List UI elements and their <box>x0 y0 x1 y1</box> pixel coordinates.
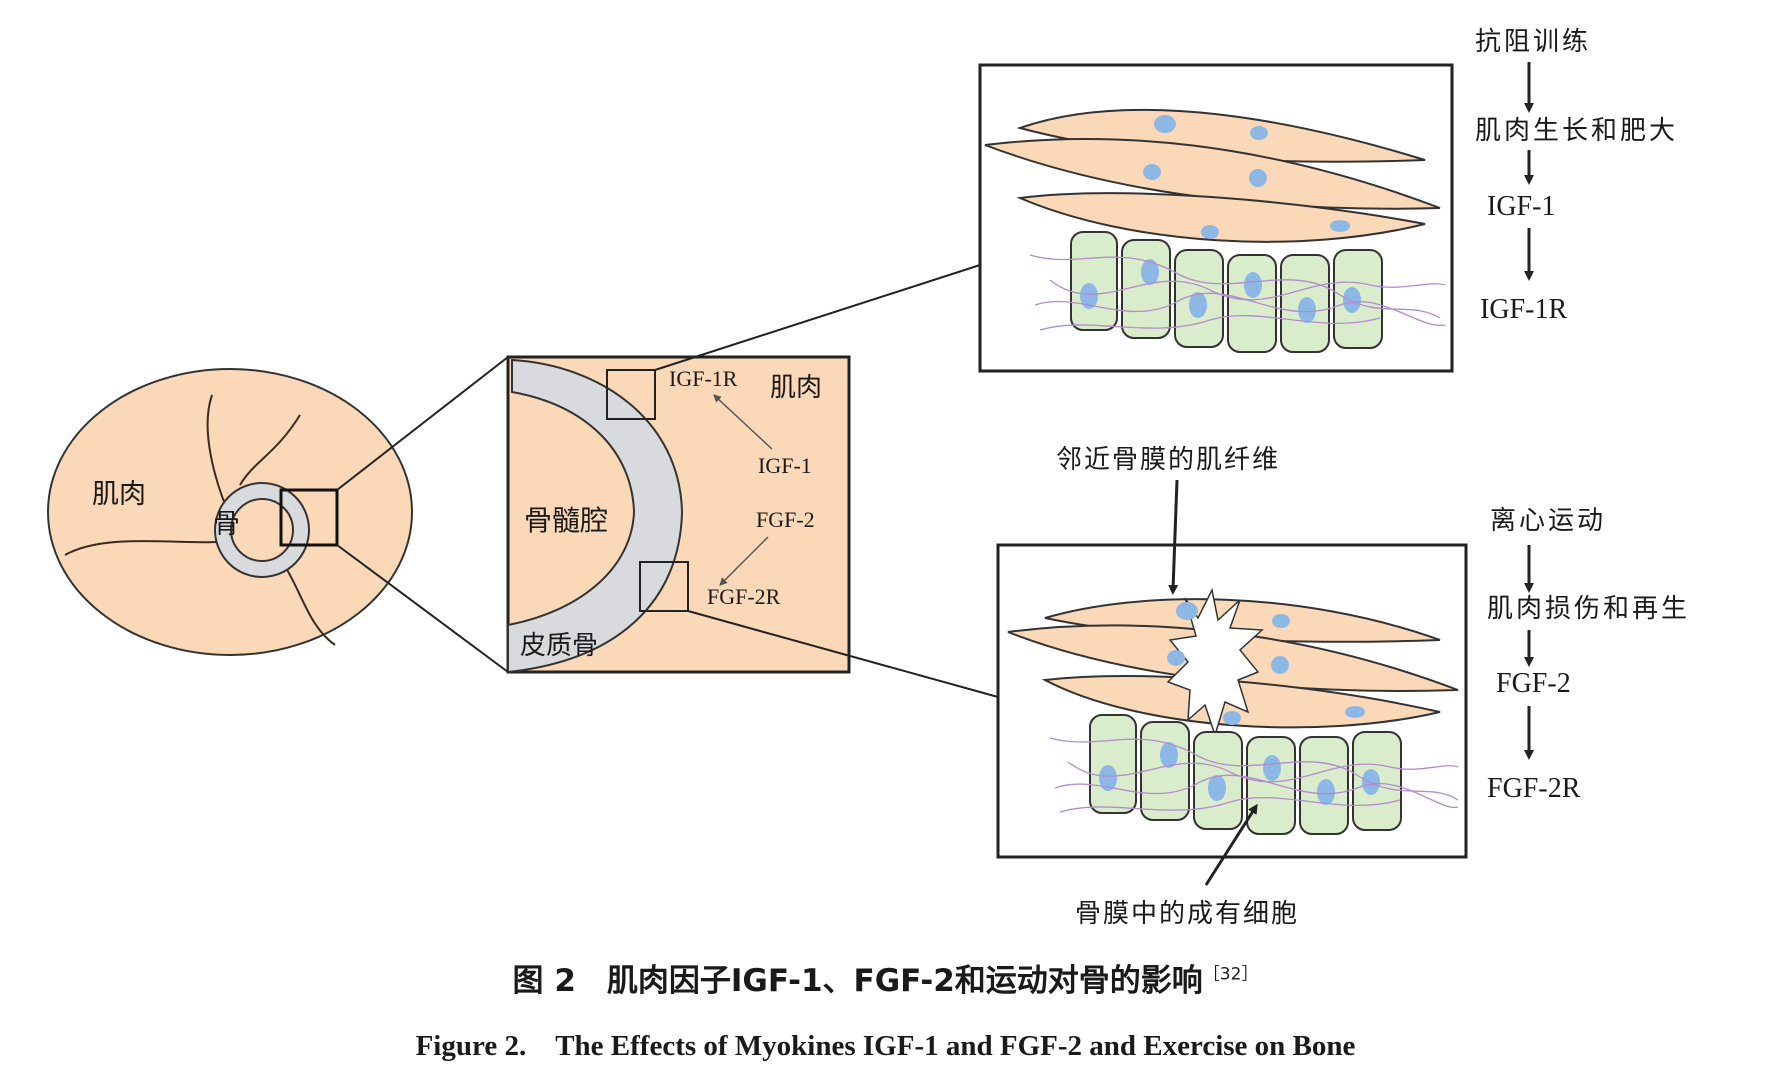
igf1-label: IGF-1 <box>758 453 812 478</box>
magnified-bone-panel: 骨髓腔 皮质骨 肌肉 IGF-1R IGF-1 FGF-2 FGF-2R <box>506 355 851 674</box>
nucleus <box>1244 272 1262 298</box>
caption-zh-text: 图 2 肌肉因子IGF-1、FGF-2和运动对骨的影响 <box>512 963 1203 999</box>
nucleus <box>1223 711 1241 725</box>
figure-caption-zh: 图 2 肌肉因子IGF-1、FGF-2和运动对骨的影响［32］ <box>0 955 1771 1000</box>
pathway-step: FGF-2 <box>1496 668 1571 699</box>
nucleus <box>1345 706 1365 718</box>
myokine-bone-diagram: 肌肉 骨 骨髓腔 皮质骨 肌肉 IGF-1R IGF-1 FGF-2 FGF-2… <box>47 27 1690 929</box>
nucleus <box>1167 650 1185 666</box>
pathway-step: FGF-2R <box>1487 773 1581 804</box>
eccentric-exercise-panel <box>996 543 1468 859</box>
nucleus <box>1343 287 1361 313</box>
pathway-step: IGF-1 <box>1487 191 1555 222</box>
fiber-annotation-label: 邻近骨膜的肌纤维 <box>1056 445 1280 475</box>
nucleus <box>1143 164 1161 180</box>
fgf2-label: FGF-2 <box>756 507 815 532</box>
osteoblast <box>1227 254 1277 353</box>
nucleus <box>1208 775 1226 801</box>
pathway-step: 离心运动 <box>1490 506 1606 536</box>
resistance-pathway: 抗阻训练 肌肉生长和肥大 IGF-1 IGF-1R <box>1475 27 1678 325</box>
nucleus <box>1250 126 1268 140</box>
pathway-step: 肌肉生长和肥大 <box>1475 116 1678 146</box>
nucleus <box>1317 779 1335 805</box>
igf1r-label: IGF-1R <box>669 366 738 391</box>
figure-caption-en: Figure 2. The Effects of Myokines IGF-1 … <box>415 1030 1356 1062</box>
nucleus <box>1272 614 1290 628</box>
fgf2r-label: FGF-2R <box>707 584 781 609</box>
nucleus <box>1271 656 1289 674</box>
caption-reference: ［32］ <box>1202 964 1259 985</box>
muscle-label: 肌肉 <box>92 479 146 510</box>
limb-cross-section: 肌肉 骨 <box>47 368 413 656</box>
osteoblast <box>1070 231 1118 331</box>
marrow-label: 骨髓腔 <box>524 504 608 537</box>
nucleus <box>1298 297 1316 323</box>
osteoblast <box>1089 714 1137 814</box>
pathway-step: 肌肉损伤和再生 <box>1487 594 1690 624</box>
osteoblast <box>1140 721 1190 821</box>
eccentric-pathway: 离心运动 肌肉损伤和再生 FGF-2 FGF-2R <box>1487 506 1690 804</box>
bone-label: 骨 <box>213 509 240 540</box>
osteoblast-annotation-label: 骨膜中的成有细胞 <box>1075 899 1299 929</box>
nucleus <box>1362 769 1380 795</box>
nucleus <box>1141 259 1159 285</box>
resistance-training-panel <box>978 63 1454 373</box>
zoom-connector <box>654 264 981 371</box>
nucleus <box>1330 220 1350 232</box>
magnified-muscle-label: 肌肉 <box>770 373 822 403</box>
marrow-center <box>230 498 294 562</box>
pathway-step: 抗阻训练 <box>1475 27 1591 57</box>
osteoblast <box>1246 736 1296 835</box>
nucleus <box>1176 602 1198 620</box>
nucleus <box>1154 115 1176 133</box>
osteoblast <box>1121 239 1171 339</box>
nucleus <box>1263 755 1281 781</box>
nucleus <box>1201 225 1219 239</box>
pathway-step: IGF-1R <box>1480 294 1567 325</box>
cortical-label: 皮质骨 <box>520 631 598 661</box>
nucleus <box>1249 169 1267 187</box>
